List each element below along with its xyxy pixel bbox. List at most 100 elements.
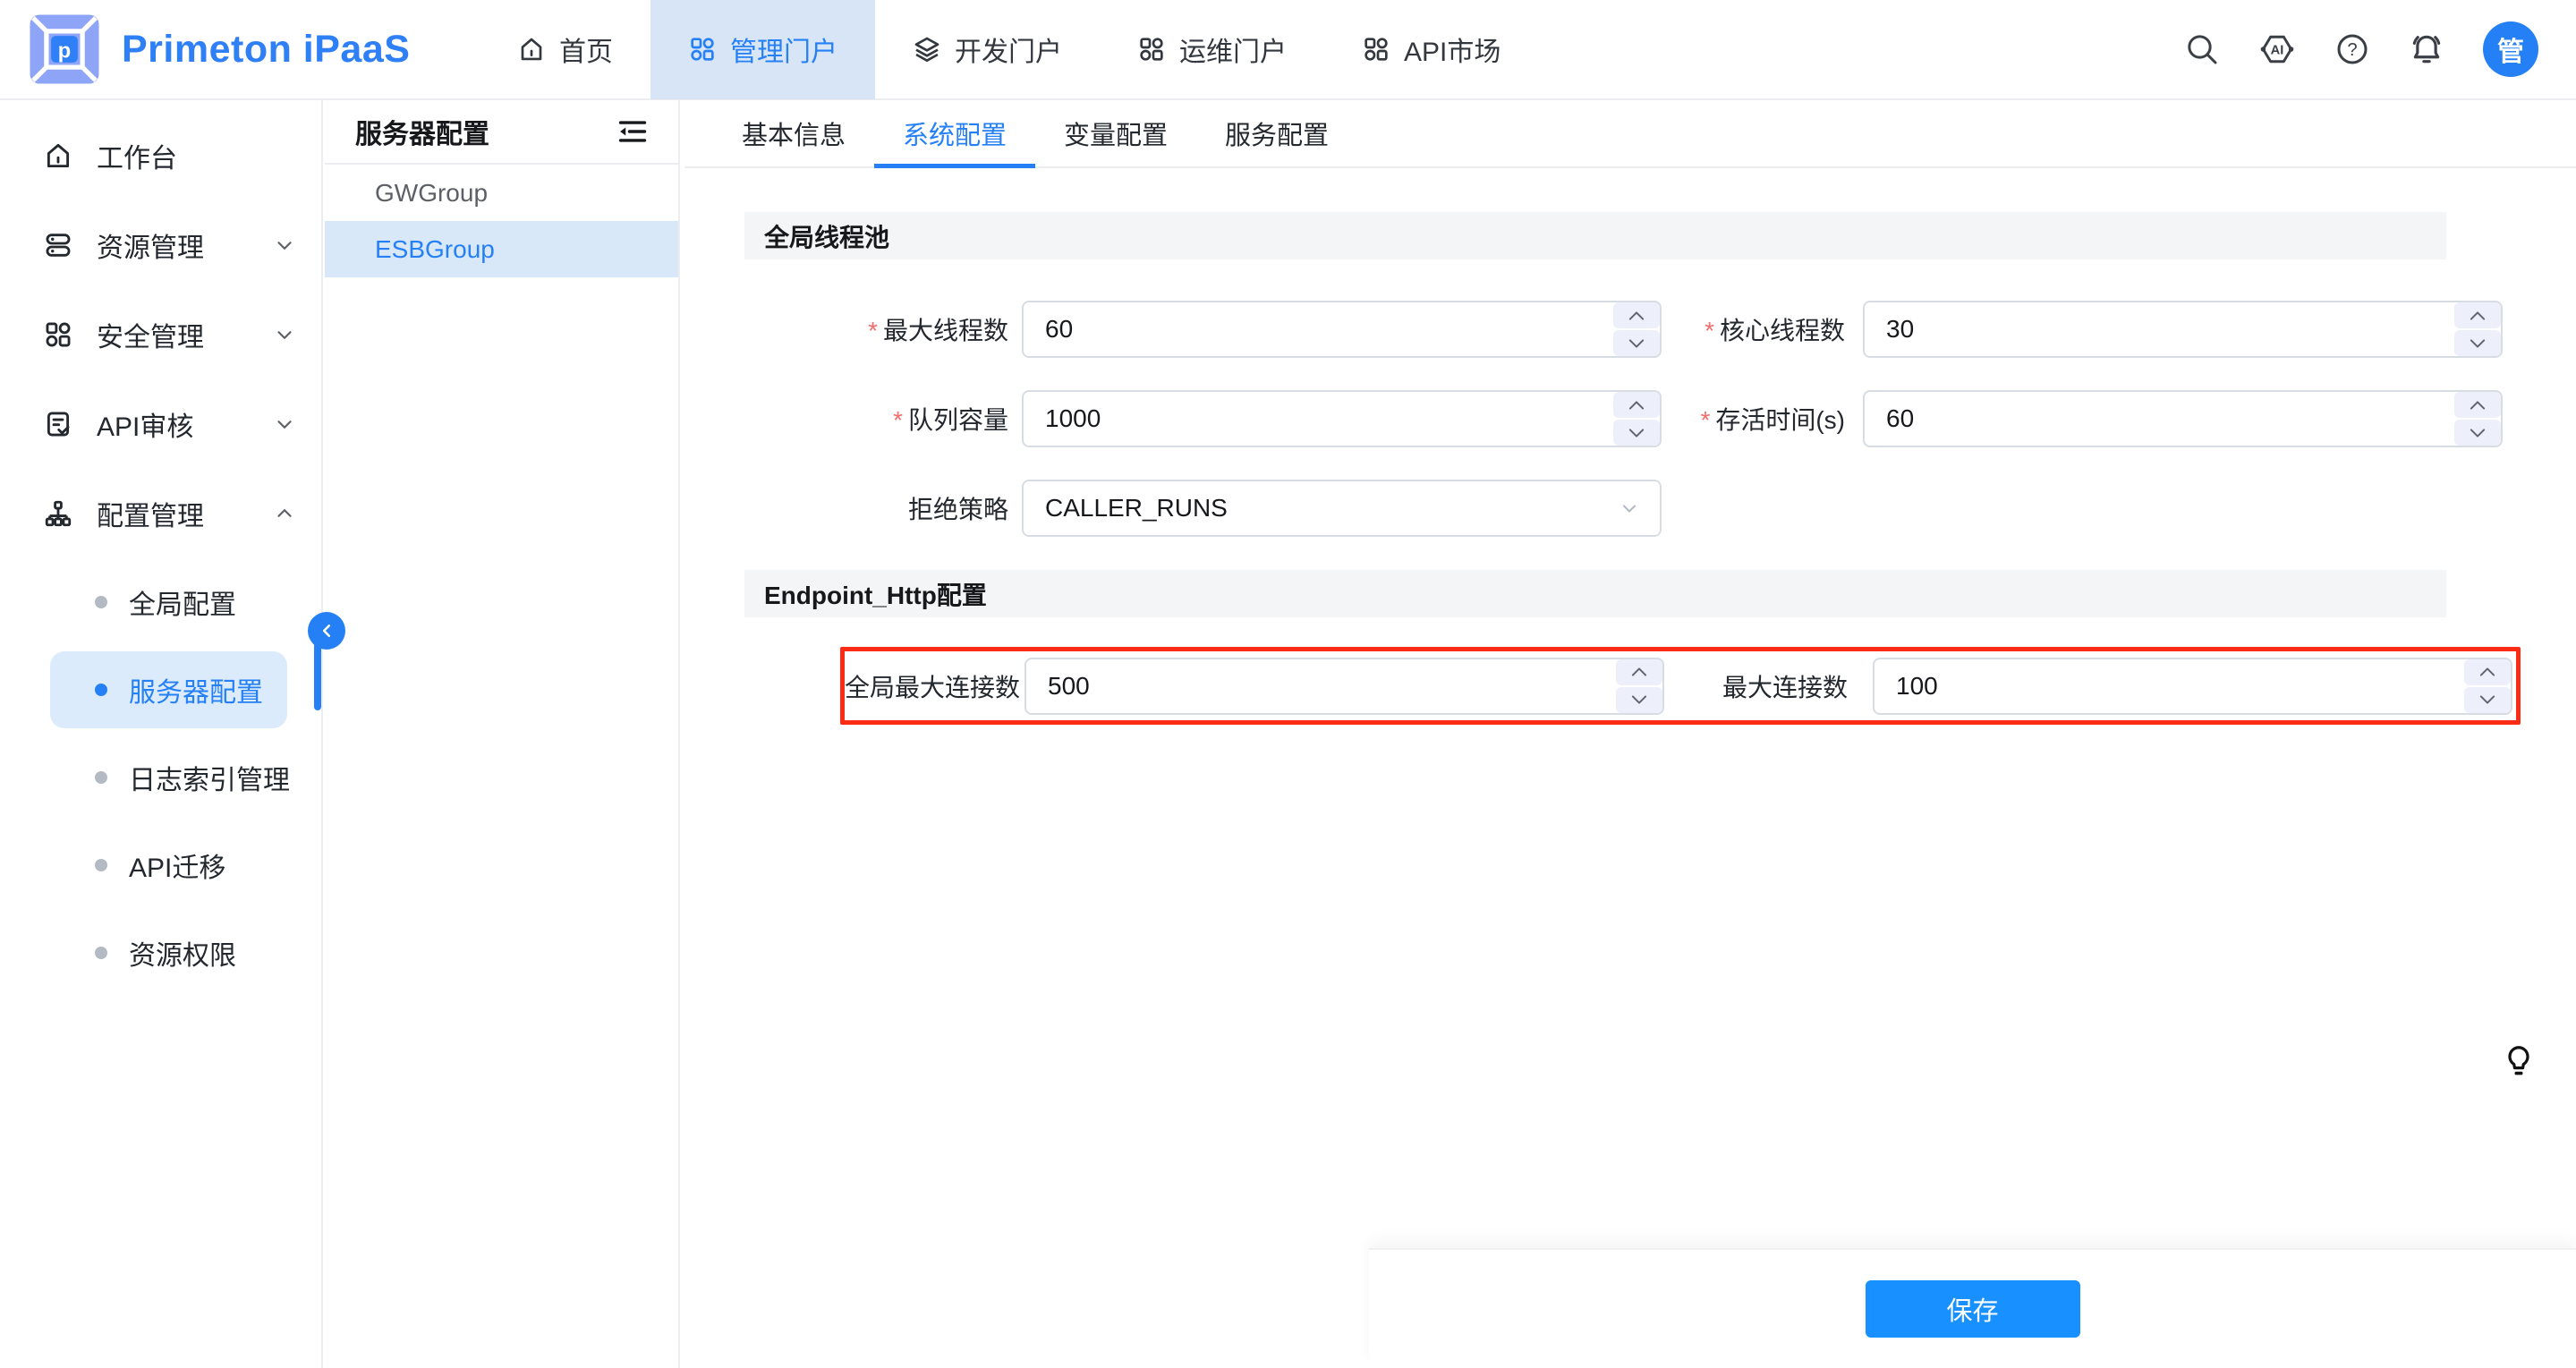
select-value: CALLER_RUNS (1045, 494, 1228, 523)
stepper-down-button[interactable] (2454, 330, 2501, 356)
sidebar-item-security-mgmt[interactable]: 安全管理 (0, 290, 321, 379)
nav-item-api-market[interactable]: API市场 (1324, 0, 1538, 99)
sidebar-subitem-label: 全局配置 (129, 582, 236, 622)
sidebar-subitem-server-config[interactable]: 服务器配置 (0, 646, 321, 734)
help-icon[interactable]: ? (2334, 31, 2370, 67)
stepper-up-button[interactable] (2454, 392, 2501, 418)
max-thread-count-input[interactable] (1022, 301, 1662, 358)
red-annotation-box: 全局最大连接数 最大连接数 (840, 647, 2521, 725)
bullet-dot-icon (95, 596, 107, 608)
chevron-down-icon (1619, 497, 1640, 519)
chevron-down-icon (273, 323, 296, 346)
sidebar-item-api-review[interactable]: API审核 (0, 379, 321, 469)
stepper-up-button[interactable] (2464, 659, 2511, 685)
sidebar-item-label: 安全管理 (97, 315, 250, 354)
nav-item-dev-portal[interactable]: 开发门户 (875, 0, 1100, 99)
tab-variable-config[interactable]: 变量配置 (1035, 100, 1196, 166)
field-label: *队列容量 (744, 401, 1008, 437)
navbar-actions: AI ? 管 (2184, 21, 2576, 77)
field-label: 拒绝策略 (744, 490, 1008, 526)
number-stepper (1613, 302, 1660, 356)
sidebar-collapse-button[interactable] (308, 612, 345, 650)
queue-capacity-input[interactable] (1022, 390, 1662, 447)
nav-item-label: 开发门户 (955, 30, 1062, 69)
stepper-down-button[interactable] (1616, 687, 1662, 713)
sitemap-icon (43, 498, 73, 529)
global-max-connections-input[interactable] (1024, 658, 1664, 715)
ai-assistant-icon[interactable]: AI (2257, 30, 2297, 69)
keep-alive-time-input[interactable] (1863, 390, 2503, 447)
required-marker: * (893, 406, 903, 434)
bullet-dot-icon (95, 771, 107, 784)
nav-item-admin-portal[interactable]: 管理门户 (650, 0, 875, 99)
nav-item-label: 管理门户 (730, 30, 837, 69)
sidebar-subitem-api-migration[interactable]: API迁移 (0, 821, 321, 909)
rejection-policy-select[interactable]: CALLER_RUNS (1022, 480, 1662, 537)
chevron-down-icon (273, 234, 296, 257)
sidebar-item-resource-mgmt[interactable]: 资源管理 (0, 200, 321, 290)
bell-icon[interactable] (2408, 30, 2445, 68)
nav-item-ops-portal[interactable]: 运维门户 (1100, 0, 1324, 99)
tab-basic-info[interactable]: 基本信息 (713, 100, 874, 166)
sidebar-subitem-resource-permission[interactable]: 资源权限 (0, 909, 321, 997)
sidebar-item-config-mgmt[interactable]: 配置管理 (0, 469, 321, 558)
server-group-panel: 服务器配置 GWGroup ESBGroup (325, 100, 680, 1368)
stepper-up-button[interactable] (1613, 302, 1660, 328)
lightbulb-icon[interactable] (2506, 1045, 2531, 1077)
sidebar-item-label: 资源管理 (97, 225, 250, 265)
group-name: ESBGroup (375, 235, 495, 264)
brand-name: Primeton iPaaS (122, 28, 410, 72)
group-list-item-gwgroup[interactable]: GWGroup (325, 165, 678, 221)
panel-header: 服务器配置 (325, 100, 678, 165)
app-grid-icon (1137, 35, 1166, 64)
chevron-up-icon (273, 502, 296, 525)
sidebar-item-label: 配置管理 (97, 494, 250, 533)
user-avatar[interactable]: 管 (2483, 21, 2538, 77)
required-marker: * (1705, 317, 1714, 344)
number-stepper (1616, 659, 1662, 713)
stepper-down-button[interactable] (1613, 420, 1660, 446)
stepper-up-button[interactable] (1616, 659, 1662, 685)
max-connections-field (1873, 658, 2512, 715)
core-thread-count-input[interactable] (1863, 301, 2503, 358)
form-row: *最大线程数 *核心线程数 (744, 301, 2576, 358)
form-content: 全局线程池 *最大线程数 *核心线程数 *队列容 (684, 168, 2576, 725)
form-row: *队列容量 *存活时间(s) (744, 390, 2576, 447)
brand: p Primeton iPaaS (0, 12, 421, 87)
stepper-down-button[interactable] (2454, 420, 2501, 446)
save-button[interactable]: 保存 (1866, 1280, 2080, 1338)
app-grid-icon (1362, 35, 1390, 64)
max-thread-count-field (1022, 301, 1662, 358)
doc-check-icon (43, 409, 73, 439)
sidebar-item-workbench[interactable]: 工作台 (0, 111, 321, 200)
nav-item-home[interactable]: 首页 (480, 0, 650, 99)
stepper-up-button[interactable] (2454, 302, 2501, 328)
top-navbar: p Primeton iPaaS 首页 管理门户 (0, 0, 2576, 100)
tab-service-config[interactable]: 服务配置 (1196, 100, 1357, 166)
fold-panel-icon[interactable] (617, 118, 648, 145)
tab-system-config[interactable]: 系统配置 (874, 100, 1035, 166)
portal-nav: 首页 管理门户 开发门户 (480, 0, 1538, 99)
global-max-connections-field (1024, 658, 1664, 715)
sidebar-subitem-global-config[interactable]: 全局配置 (0, 558, 321, 646)
group-list-item-esbgroup[interactable]: ESBGroup (325, 221, 678, 277)
required-marker: * (1700, 406, 1710, 434)
tab-label: 变量配置 (1064, 115, 1168, 152)
section-header-endpoint-http: Endpoint_Http配置 (744, 570, 2446, 617)
search-icon[interactable] (2184, 31, 2220, 67)
sidebar-subitem-log-index-mgmt[interactable]: 日志索引管理 (0, 734, 321, 821)
sidebar-drag-handle[interactable] (314, 642, 321, 710)
home-icon (43, 140, 73, 171)
form-footer: 保存 (1369, 1248, 2576, 1368)
max-connections-input[interactable] (1873, 658, 2512, 715)
panel-title: 服务器配置 (355, 112, 489, 151)
stepper-down-button[interactable] (2464, 687, 2511, 713)
stepper-up-button[interactable] (1613, 392, 1660, 418)
sidebar-subitem-label: 服务器配置 (129, 670, 263, 709)
tab-label: 系统配置 (903, 115, 1007, 152)
server-icon (43, 230, 73, 260)
stepper-down-button[interactable] (1613, 330, 1660, 356)
field-label: 全局最大连接数 (845, 668, 1011, 704)
section-header-global-thread-pool: 全局线程池 (744, 212, 2446, 259)
keep-alive-time-field (1863, 390, 2503, 447)
